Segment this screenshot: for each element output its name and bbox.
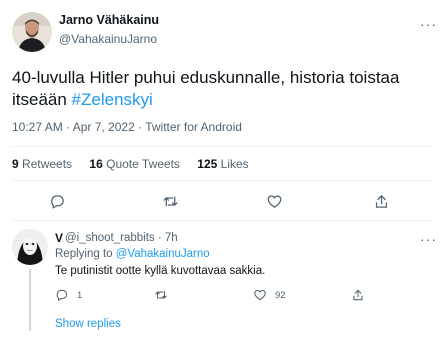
replying-to: Replying to @VahakainuJarno xyxy=(55,248,210,260)
retweets-stat[interactable]: 9 Retweets xyxy=(12,157,72,171)
reply-more-options-icon[interactable]: ··· xyxy=(420,231,437,247)
divider xyxy=(12,220,434,221)
share-icon[interactable] xyxy=(370,190,392,212)
reply-avatar[interactable] xyxy=(12,229,48,265)
retweet-icon[interactable] xyxy=(159,190,181,212)
share-icon xyxy=(353,289,363,301)
author-avatar[interactable] xyxy=(12,12,52,52)
reply-icon[interactable] xyxy=(46,190,68,212)
reply-share-button[interactable] xyxy=(351,287,373,303)
retweet-icon xyxy=(155,290,167,300)
replying-to-link[interactable]: @VahakainuJarno xyxy=(116,248,210,260)
hashtag-link[interactable]: #Zelenskyi xyxy=(72,90,153,109)
show-replies-link[interactable]: Show replies xyxy=(55,318,121,330)
reply-icon xyxy=(56,289,68,301)
reply-retweet-button[interactable] xyxy=(154,287,176,303)
reply-reply-button[interactable]: 1 xyxy=(55,287,82,303)
reply-like-button[interactable]: 92 xyxy=(253,287,286,303)
more-options-icon[interactable]: ··· xyxy=(420,16,437,32)
reply-author-handle[interactable]: @i_shoot_rabbits · 7h xyxy=(65,232,178,244)
likes-stat[interactable]: 125 Likes xyxy=(197,157,248,171)
reply-count: 1 xyxy=(77,289,83,301)
divider xyxy=(12,146,434,147)
like-count: 92 xyxy=(275,289,286,301)
tweet-body: 40-luvulla Hitler puhui eduskunnalle, hi… xyxy=(12,68,400,109)
thread-line xyxy=(29,269,31,331)
quote-tweets-stat[interactable]: 16 Quote Tweets xyxy=(89,157,180,171)
heart-icon xyxy=(254,290,266,301)
heart-icon[interactable] xyxy=(263,190,285,212)
author-name[interactable]: Jarno Vähäkainu xyxy=(59,13,159,27)
author-handle[interactable]: @VahakainuJarno xyxy=(59,32,157,46)
divider xyxy=(12,180,434,181)
tweet-stats: 9 Retweets 16 Quote Tweets 125 Likes xyxy=(12,157,249,171)
tweet-timestamp[interactable]: 10:27 AM · Apr 7, 2022 · Twitter for And… xyxy=(12,120,242,134)
reply-author-name[interactable]: V xyxy=(55,231,63,245)
tweet-text: 40-luvulla Hitler puhui eduskunnalle, hi… xyxy=(12,67,437,111)
reply-text: Te putinistit ootte kyllä kuvottavaa sak… xyxy=(55,265,266,277)
